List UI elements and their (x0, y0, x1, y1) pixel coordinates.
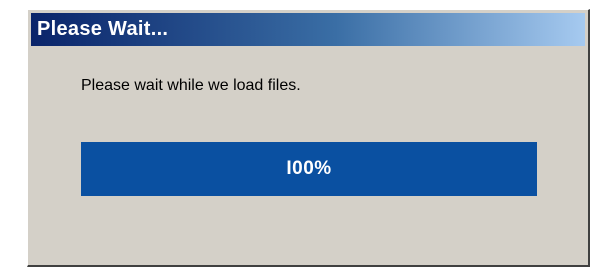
window-title: Please Wait... (37, 18, 169, 40)
progress-percent-label: I00% (286, 158, 332, 179)
progress-bar: I00% (81, 142, 537, 196)
loading-message: Please wait while we load files. (81, 77, 301, 94)
please-wait-dialog: Please Wait... Please wait while we load… (27, 9, 590, 267)
title-bar[interactable]: Please Wait... (31, 13, 585, 46)
